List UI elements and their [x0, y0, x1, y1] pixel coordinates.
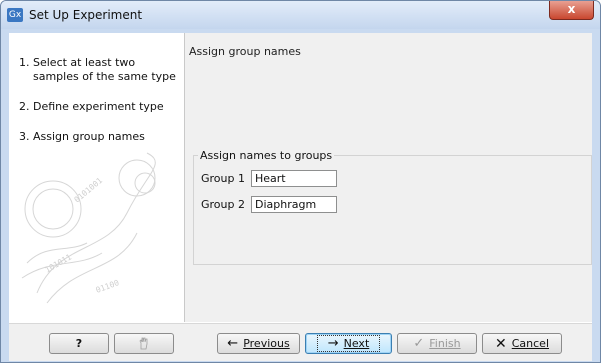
- arrow-right-icon: →: [327, 336, 339, 351]
- panel-title: Assign group names: [189, 45, 301, 58]
- group-names-box: Assign names to groups Group 1 Group 2: [193, 149, 592, 265]
- step-label: Select at least two samples of the same …: [33, 56, 176, 83]
- hand-icon: [139, 337, 148, 350]
- next-label: Next: [343, 337, 370, 350]
- finish-button[interactable]: ✓ Finish: [397, 333, 477, 354]
- close-icon: x: [567, 2, 576, 16]
- next-focus-frame: → Next: [316, 335, 381, 352]
- question-icon: ?: [75, 337, 83, 350]
- x-icon: ✕: [495, 335, 507, 352]
- window-title: Set Up Experiment: [29, 8, 143, 22]
- svg-text:01100: 01100: [95, 278, 121, 295]
- close-button[interactable]: x: [549, 1, 594, 20]
- svg-text:0101001: 0101001: [73, 176, 105, 205]
- step-number: 3.: [19, 130, 30, 143]
- previous-label: Previous: [243, 337, 290, 350]
- cancel-label: Cancel: [511, 337, 549, 350]
- main-panel: Assign group names Assign names to group…: [185, 33, 592, 322]
- checkmark-icon: ✓: [413, 336, 425, 351]
- group-2-input[interactable]: [251, 196, 337, 213]
- dialog-window: Gx Set Up Experiment x 1. Select at leas…: [0, 0, 601, 363]
- group-box-title: Assign names to groups: [198, 149, 335, 162]
- previous-button[interactable]: ← Previous: [217, 333, 300, 354]
- reset-button[interactable]: [114, 333, 174, 354]
- finish-label: Finish: [429, 337, 461, 350]
- decorative-swirl: 0101001 101011 01100: [21, 152, 156, 304]
- step-label: Assign group names: [33, 130, 145, 143]
- dialog-client: 1. Select at least two samples of the sa…: [9, 33, 592, 361]
- dialog-footer: ? ← Previous → Next ✓ Finish ✕ Cancel: [9, 323, 592, 361]
- group-1-label: Group 1: [201, 172, 245, 185]
- step-label: Define experiment type: [33, 100, 164, 113]
- arrow-left-icon: ←: [227, 336, 239, 351]
- step-number: 1.: [19, 56, 30, 69]
- cancel-button[interactable]: ✕ Cancel: [482, 333, 562, 354]
- step-number: 2.: [19, 100, 30, 113]
- app-icon: Gx: [7, 8, 23, 22]
- group-1-input[interactable]: [251, 170, 337, 187]
- help-button[interactable]: ?: [49, 333, 109, 354]
- next-button[interactable]: → Next: [305, 333, 392, 354]
- group-2-label: Group 2: [201, 198, 245, 211]
- title-bar[interactable]: Gx Set Up Experiment x: [1, 1, 600, 29]
- svg-text:101011: 101011: [44, 252, 74, 274]
- steps-sidebar: 1. Select at least two samples of the sa…: [9, 33, 185, 322]
